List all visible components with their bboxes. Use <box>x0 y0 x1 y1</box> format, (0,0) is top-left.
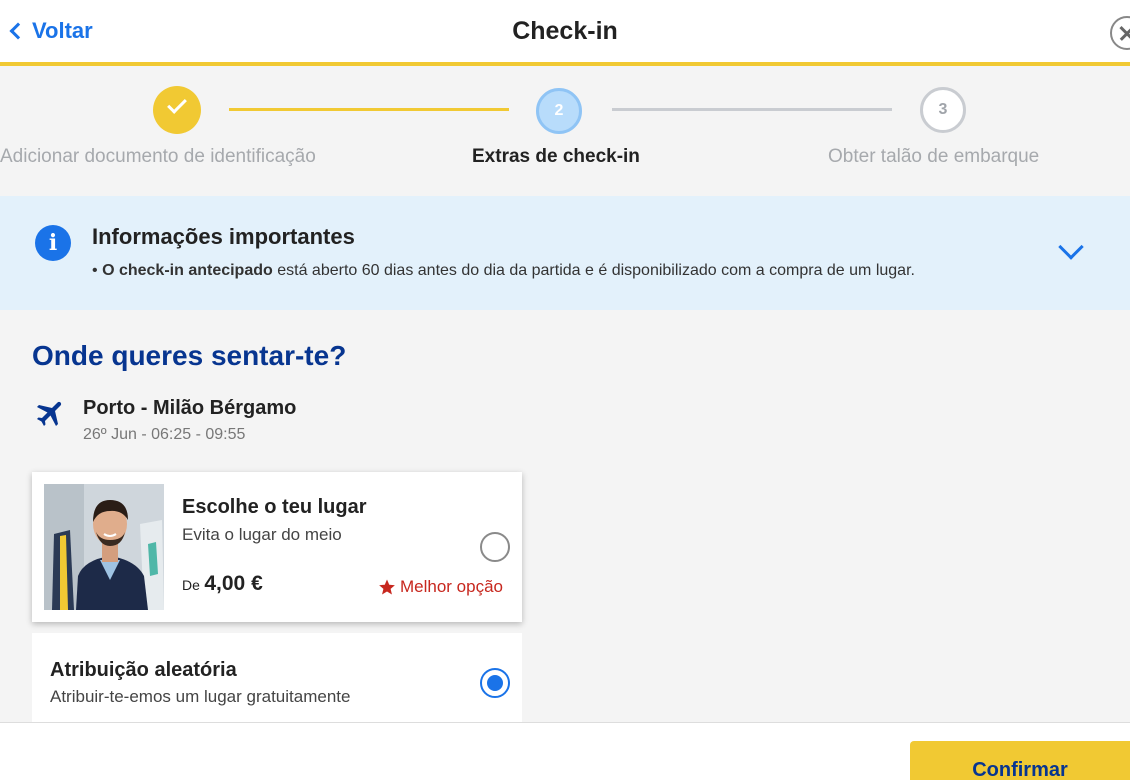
info-text: • O check-in antecipado está aberto 60 d… <box>92 262 915 280</box>
flight-time: 26º Jun - 06:25 - 09:55 <box>83 426 246 443</box>
header-bar: Voltar Check-in <box>0 0 1130 66</box>
step-2-label: Extras de check-in <box>472 146 640 167</box>
option-title: Atribuição aleatória <box>50 659 237 681</box>
chevron-down-icon[interactable] <box>1058 234 1084 260</box>
price-prefix: De <box>182 577 200 593</box>
page-title: Check-in <box>512 17 618 45</box>
info-title: Informações importantes <box>92 224 355 249</box>
best-option-badge: Melhor opção <box>378 577 503 597</box>
step-2-number: 2 <box>536 88 582 134</box>
random-seat-card[interactable]: Atribuição aleatória Atribuir-te-emos um… <box>32 633 522 723</box>
option-price: De 4,00 € <box>182 572 263 596</box>
step-3-label: Obter talão de embarque <box>828 146 1040 167</box>
checkmark-icon <box>167 94 187 114</box>
step-connector-2 <box>612 108 892 111</box>
option-subtitle: Atribuir-te-emos um lugar gratuitamente <box>50 687 351 706</box>
info-icon: i <box>35 225 71 261</box>
best-option-label: Melhor opção <box>400 577 504 596</box>
info-bullet: • <box>92 262 98 279</box>
step-3-number: 3 <box>920 87 966 133</box>
info-body-text: está aberto 60 dias antes do dia da part… <box>272 262 915 279</box>
price-amount: 4,00 € <box>204 572 263 595</box>
choose-seat-card[interactable]: Escolhe o teu lugar Evita o lugar do mei… <box>32 472 522 622</box>
info-banner: i Informações importantes • O check-in a… <box>0 196 1130 310</box>
option-title: Escolhe o teu lugar <box>182 496 367 518</box>
confirm-button[interactable]: Confirmar <box>910 741 1130 780</box>
flight-route: Porto - Milão Bérgamo <box>83 397 297 419</box>
step-1-label: Adicionar documento de identificação <box>0 146 316 167</box>
choose-seat-radio[interactable] <box>480 532 510 562</box>
random-seat-radio[interactable] <box>480 668 510 698</box>
star-icon <box>379 579 395 595</box>
step-connector-1 <box>229 108 509 111</box>
step-1-completed-icon <box>153 86 201 134</box>
airplane-icon <box>36 401 62 427</box>
info-bold-text: O check-in antecipado <box>102 262 273 279</box>
passenger-photo <box>44 484 164 610</box>
section-title: Onde queres sentar-te? <box>32 340 347 371</box>
option-subtitle: Evita o lugar do meio <box>182 525 342 544</box>
